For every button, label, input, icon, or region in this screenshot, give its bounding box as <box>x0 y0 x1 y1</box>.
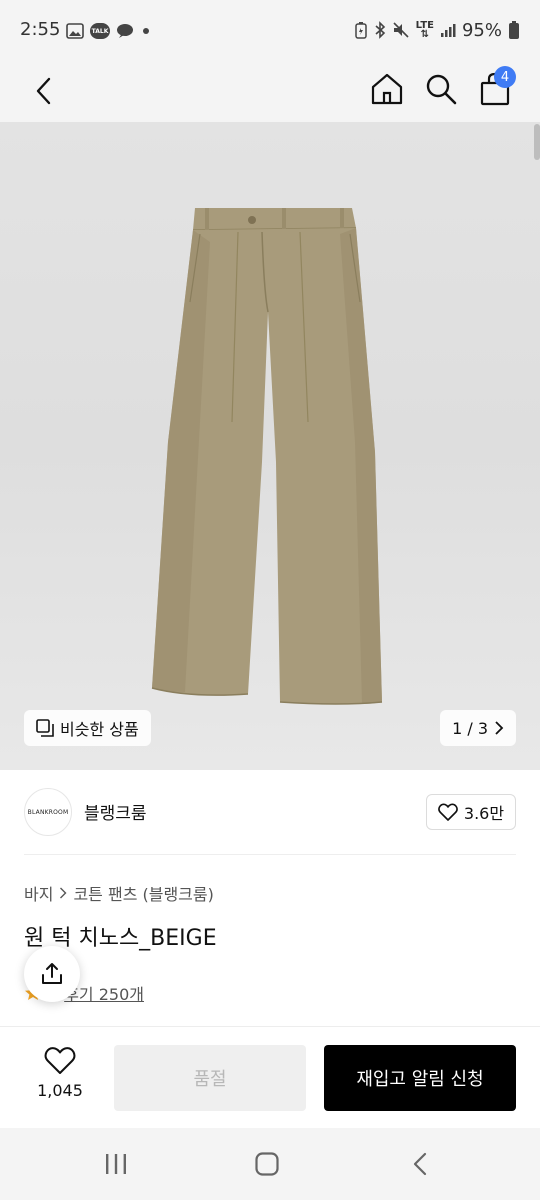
home-system-button[interactable] <box>247 1144 287 1184</box>
status-right: LTE ⇅ 95% <box>354 19 520 41</box>
page-indicator: 1 / 3 <box>452 718 488 738</box>
brand-like-button[interactable]: 3.6만 <box>426 794 516 830</box>
gallery-icon <box>66 23 84 39</box>
brand-name[interactable]: 블랭크룸 <box>84 799 147 824</box>
system-navigation-bar <box>0 1128 540 1200</box>
notification-icons: TALK <box>66 21 150 41</box>
signal-icon <box>440 24 456 37</box>
brand-logo[interactable]: BLANKROOM <box>24 788 72 836</box>
brand-like-count: 3.6만 <box>463 804 505 823</box>
battery-saver-icon <box>354 22 367 39</box>
scrollbar[interactable] <box>534 124 540 160</box>
search-icon <box>426 74 457 105</box>
home-button[interactable] <box>366 66 408 112</box>
image-pager[interactable]: 1 / 3 <box>440 710 516 746</box>
breadcrumb-item-pants[interactable]: 바지 <box>24 881 53 905</box>
similar-products-label: 비슷한 상품 <box>60 720 139 739</box>
wishlist-button[interactable]: 1,045 <box>26 1047 94 1111</box>
wishlist-count: 1,045 <box>37 1081 83 1100</box>
search-button[interactable] <box>420 66 462 112</box>
bottom-action-bar: 1,045 품절 재입고 알림 신청 <box>0 1026 540 1128</box>
similar-items-icon <box>36 719 54 737</box>
recent-apps-icon <box>106 1154 126 1174</box>
status-bar: 2:55 TALK LTE ⇅ 95% <box>0 0 540 60</box>
similar-products-button[interactable]: 비슷한 상품 <box>24 710 151 746</box>
divider <box>24 854 516 855</box>
brand-row: BLANKROOM 블랭크룸 3.6만 <box>24 786 516 838</box>
lte-icon: LTE ⇅ <box>415 20 434 40</box>
status-time: 2:55 <box>20 19 61 40</box>
soldout-button: 품절 <box>114 1045 306 1111</box>
mute-icon <box>393 22 409 38</box>
chevron-right-icon <box>60 887 67 899</box>
share-button[interactable] <box>24 946 80 1002</box>
breadcrumb: 바지 코튼 팬츠 (블랭크룸) <box>24 881 214 905</box>
home-icon <box>371 73 403 105</box>
kakaotalk-icon: TALK <box>90 23 110 39</box>
back-system-button[interactable] <box>400 1144 440 1184</box>
brand-logo-text: BLANKROOM <box>27 808 69 816</box>
dot-icon <box>143 28 149 34</box>
battery-icon <box>509 21 519 39</box>
back-icon <box>36 77 51 105</box>
heart-icon <box>44 1047 76 1074</box>
recent-apps-button[interactable] <box>96 1144 136 1184</box>
chevron-right-icon <box>495 721 504 735</box>
product-image <box>151 208 383 705</box>
cart-button[interactable]: 4 <box>474 66 516 112</box>
share-icon <box>42 963 62 984</box>
product-image-carousel[interactable]: 비슷한 상품 1 / 3 <box>0 122 540 770</box>
home-button-icon <box>255 1152 279 1176</box>
chat-icon <box>117 24 133 38</box>
back-button-icon <box>413 1152 427 1176</box>
back-button[interactable] <box>26 68 60 114</box>
top-nav: 4 <box>0 60 540 122</box>
restock-alert-button[interactable]: 재입고 알림 신청 <box>324 1045 516 1111</box>
cart-count-badge: 4 <box>494 66 516 88</box>
heart-icon <box>438 803 458 821</box>
battery-percent: 95% <box>461 19 502 41</box>
breadcrumb-item-cotton-pants[interactable]: 코튼 팬츠 (블랭크룸) <box>73 881 213 905</box>
bluetooth-icon <box>375 21 385 39</box>
